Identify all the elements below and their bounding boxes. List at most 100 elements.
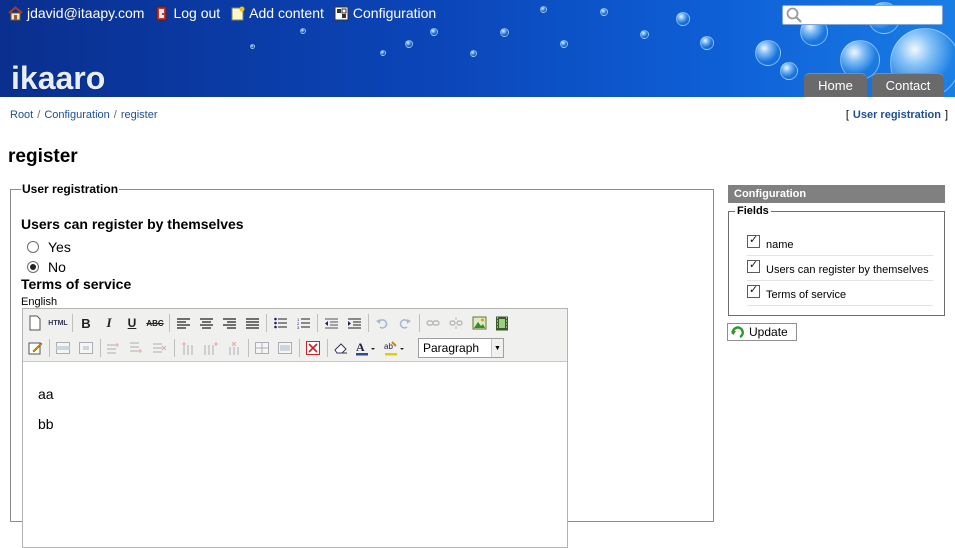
editor-toolbar: HTML B I U ABC 123 A ab Paragraph ▼ (23, 309, 567, 362)
page-title: register (8, 146, 78, 167)
bubble-decoration (560, 40, 568, 48)
logout-link[interactable]: Log out (154, 5, 220, 21)
col-insert-after-icon[interactable] (201, 338, 221, 358)
strikethrough-icon[interactable]: ABC (145, 313, 165, 333)
bubble-decoration (300, 28, 306, 34)
align-justify-icon[interactable] (242, 313, 262, 333)
html-source-icon[interactable]: HTML (48, 313, 68, 333)
editor-paragraph: aa (38, 386, 54, 402)
field-terms-checkbox[interactable] (747, 283, 760, 298)
unlink-icon[interactable] (446, 313, 466, 333)
breadcrumb: Root / Configuration / register (10, 109, 158, 121)
insert-image-icon[interactable] (469, 313, 489, 333)
update-button[interactable]: Update (727, 323, 797, 341)
format-select-value: Paragraph (423, 341, 480, 355)
toolbar-separator (419, 314, 420, 332)
delete-col-icon[interactable] (224, 338, 244, 358)
svg-text:3: 3 (297, 325, 300, 329)
user-email: jdavid@itaapy.com (27, 5, 145, 21)
row-insert-after-icon[interactable] (127, 338, 147, 358)
bubble-decoration (640, 30, 649, 39)
text-color-icon[interactable]: A (354, 338, 380, 358)
format-select[interactable]: Paragraph ▼ (418, 338, 504, 358)
underline-icon[interactable]: U (122, 313, 142, 333)
bubble-decoration (380, 50, 386, 56)
bubble-decoration (250, 44, 255, 49)
align-right-icon[interactable] (219, 313, 239, 333)
field-row-terms[interactable]: Terms of service (747, 283, 933, 306)
breadcrumb-separator: / (113, 109, 117, 121)
field-name-checkbox[interactable] (747, 233, 760, 248)
redo-icon[interactable] (395, 313, 415, 333)
highlight-color-icon[interactable]: ab (383, 338, 409, 358)
outdent-icon[interactable] (321, 313, 341, 333)
field-row-name[interactable]: name (747, 233, 933, 256)
bubble-decoration (780, 62, 798, 80)
row-insert-before-icon[interactable] (104, 338, 124, 358)
toolbar-separator (174, 339, 175, 357)
breadcrumb-root[interactable]: Root (10, 109, 33, 121)
bubble-decoration (405, 40, 413, 48)
logout-icon (154, 6, 169, 21)
bullet-list-icon[interactable] (270, 313, 290, 333)
radio-no[interactable]: No (27, 259, 66, 275)
radio-yes[interactable]: Yes (27, 239, 71, 255)
user-link[interactable]: jdavid@itaapy.com (8, 5, 144, 21)
eraser-icon[interactable] (331, 338, 351, 358)
breadcrumb-configuration[interactable]: Configuration (44, 109, 109, 121)
home-icon (8, 5, 23, 21)
configuration-link[interactable]: Configuration (334, 5, 436, 21)
toolbar-separator (49, 339, 50, 357)
search-input[interactable] (803, 7, 955, 23)
search-icon (785, 6, 803, 24)
insert-media-icon[interactable] (492, 313, 512, 333)
numbered-list-icon[interactable]: 123 (293, 313, 313, 333)
field-register-checkbox[interactable] (747, 258, 760, 273)
undo-icon[interactable] (372, 313, 392, 333)
editor-content[interactable]: aa bb (38, 379, 54, 439)
bubble-decoration (700, 36, 714, 50)
configuration-panel-title: Configuration (728, 185, 945, 203)
add-content-link[interactable]: Add content (230, 5, 324, 21)
fields-fieldset: Fields name Users can register by themse… (728, 205, 945, 316)
italic-icon[interactable]: I (99, 313, 119, 333)
edit-css-icon[interactable] (25, 338, 45, 358)
field-register-label: Users can register by themselves (766, 263, 929, 276)
search-box[interactable] (782, 5, 955, 25)
col-insert-before-icon[interactable] (178, 338, 198, 358)
field-row-register[interactable]: Users can register by themselves (747, 258, 933, 281)
editor-paragraph: bb (38, 416, 54, 432)
split-cells-icon[interactable] (252, 338, 272, 358)
radio-no-label: No (48, 259, 66, 275)
table-row-props-icon[interactable] (53, 338, 73, 358)
table-cell-props-icon[interactable] (76, 338, 96, 358)
remove-format-icon[interactable] (303, 338, 323, 358)
chevron-down-icon[interactable]: ▼ (491, 339, 503, 357)
nav-tab-home[interactable]: Home (804, 73, 867, 97)
bold-icon[interactable]: B (76, 313, 96, 333)
language-label: English (21, 296, 58, 308)
top-links: jdavid@itaapy.com Log out Add content Co… (8, 3, 446, 23)
radio-no-circle[interactable] (27, 261, 39, 273)
delete-row-icon[interactable] (150, 338, 170, 358)
toolbar-separator (299, 339, 300, 357)
bubble-decoration (755, 40, 781, 66)
radio-yes-label: Yes (48, 239, 71, 255)
new-document-icon[interactable] (25, 313, 45, 333)
field-name-label: name (766, 238, 794, 251)
breadcrumb-register[interactable]: register (121, 109, 158, 121)
nav-tab-contact[interactable]: Contact (872, 73, 944, 97)
indent-icon[interactable] (344, 313, 364, 333)
toolbar-separator (317, 314, 318, 332)
user-registration-link[interactable]: User registration (853, 109, 941, 121)
site-logo[interactable]: ikaaro (11, 60, 105, 97)
link-icon[interactable] (423, 313, 443, 333)
field-terms-label: Terms of service (766, 288, 847, 301)
radio-yes-circle[interactable] (27, 241, 39, 253)
fieldset-legend: User registration (22, 182, 119, 196)
align-center-icon[interactable] (196, 313, 216, 333)
align-left-icon[interactable] (173, 313, 193, 333)
register-question: Users can register by themselves (21, 216, 244, 232)
merge-cells-icon[interactable] (275, 338, 295, 358)
fields-legend: Fields (737, 205, 769, 217)
